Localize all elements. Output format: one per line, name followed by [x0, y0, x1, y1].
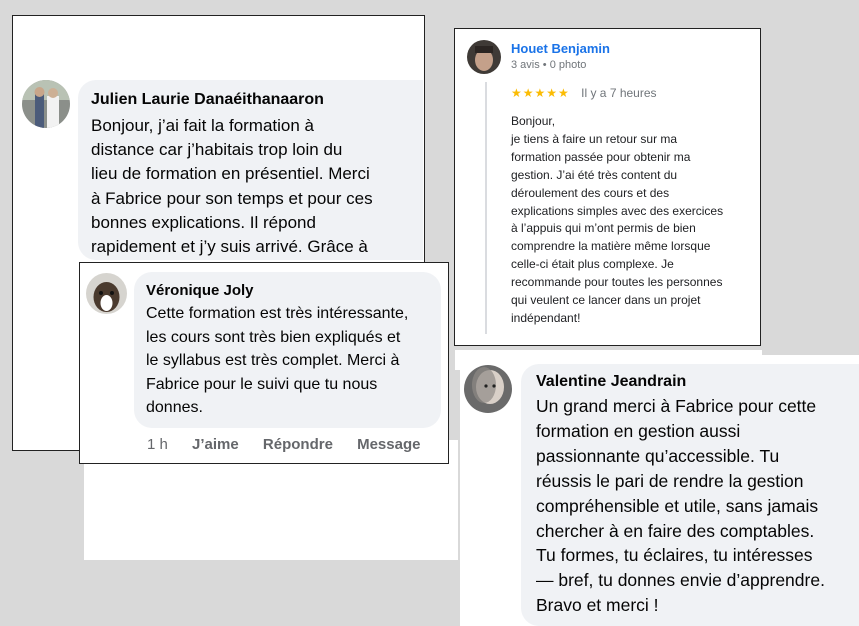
houet-review-text: Bonjour, je tiens à faire un retour sur … — [511, 114, 724, 325]
houet-avatar[interactable] — [467, 40, 501, 74]
star-icon: ★★★★★ — [511, 86, 570, 100]
valentine-avatar[interactable] — [464, 365, 512, 413]
comment-timestamp: 1 h — [147, 436, 168, 453]
message-link[interactable]: Message — [357, 436, 420, 453]
julien-avatar[interactable] — [22, 80, 70, 128]
valentine-comment-text: Un grand merci à Fabrice pour cette form… — [536, 396, 825, 616]
julien-comment-text: Bonjour, j’ai fait la formation à distan… — [91, 116, 373, 257]
veronique-author-name[interactable]: Véronique Joly — [146, 282, 429, 299]
like-link[interactable]: J’aime — [192, 436, 239, 453]
review-thread-line — [485, 82, 487, 334]
reply-link[interactable]: Répondre — [263, 436, 333, 453]
houet-review-meta: 3 avis • 0 photo — [511, 59, 587, 71]
veronique-avatar[interactable] — [86, 273, 127, 314]
houet-author-name[interactable]: Houet Benjamin — [511, 41, 610, 56]
veronique-comment-actions: 1 h J’aime Répondre Message — [147, 436, 440, 453]
veronique-comment-bubble: Véronique Joly Cette formation est très … — [134, 272, 441, 428]
valentine-author-name[interactable]: Valentine Jeandrain — [536, 373, 859, 391]
julien-comment-bubble: Julien Laurie Danaéithanaaron Bonjour, j… — [78, 80, 423, 260]
valentine-comment-bubble: Valentine Jeandrain Un grand merci à Fab… — [521, 364, 859, 626]
veronique-comment-text: Cette formation est très intéressante, l… — [146, 305, 409, 417]
review-time: Il y a 7 heures — [581, 86, 657, 100]
julien-author-name[interactable]: Julien Laurie Danaéithanaaron — [91, 91, 409, 109]
star-rating: ★★★★★ Il y a 7 heures — [511, 86, 657, 100]
